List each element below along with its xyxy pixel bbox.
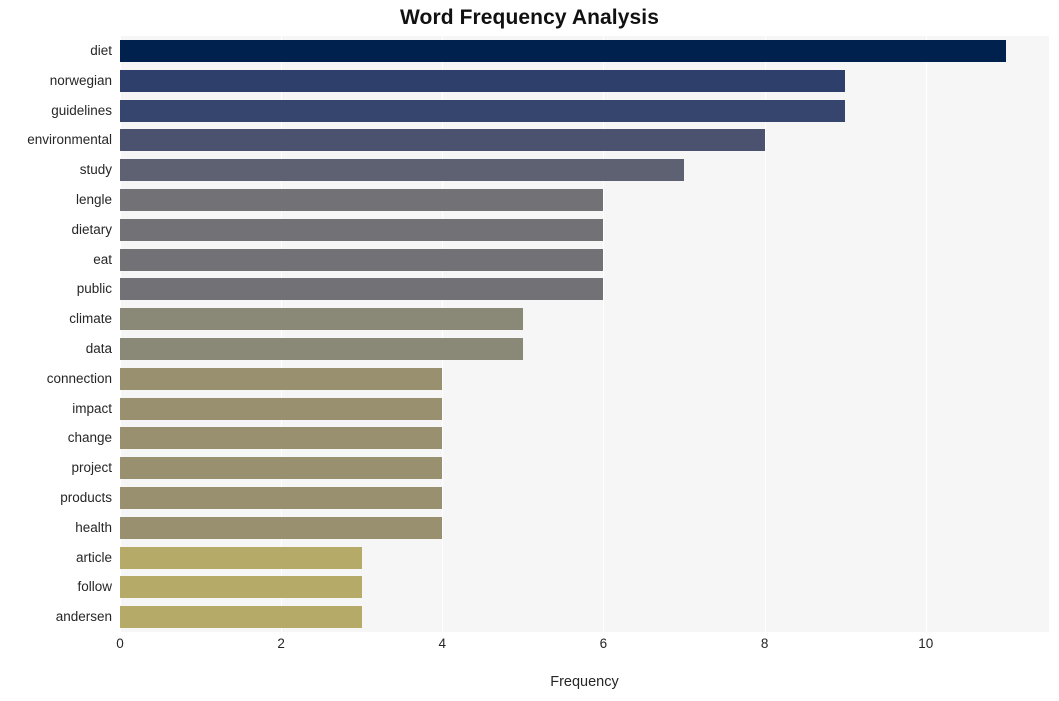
bar (120, 367, 443, 390)
bar (120, 606, 362, 629)
x-tick-label: 10 (918, 636, 934, 651)
x-tick-label: 2 (277, 636, 285, 651)
y-tick-label: study (79, 162, 112, 178)
bar (120, 99, 846, 122)
y-tick-label: data (85, 340, 112, 356)
bar (120, 278, 604, 301)
plot-area (120, 36, 1049, 632)
y-tick-label: climate (69, 311, 112, 327)
x-tick-label: 4 (438, 636, 447, 651)
y-tick-label: article (75, 549, 112, 565)
y-tick-label: eat (93, 251, 112, 267)
bar (120, 308, 523, 331)
y-tick-label: health (75, 519, 112, 535)
chart-figure: Word Frequency Analysis diet norwegian gui… (0, 0, 1059, 701)
y-tick-label: connection (46, 370, 112, 386)
y-tick-label: dietary (71, 221, 112, 237)
y-tick-label: norwegian (49, 72, 112, 88)
bar (120, 457, 443, 480)
bar (120, 576, 362, 599)
bar (120, 486, 443, 509)
y-tick-label: public (76, 281, 112, 297)
bar (120, 397, 443, 420)
page-title: Word Frequency Analysis (399, 6, 660, 29)
bar (120, 427, 443, 450)
y-tick-label: follow (77, 579, 112, 595)
y-tick-label: guidelines (51, 102, 112, 118)
y-tick-label: diet (90, 42, 112, 58)
x-tick-label: 0 (116, 636, 124, 651)
y-tick-label: lengle (75, 191, 112, 207)
bar (120, 218, 604, 241)
bar (120, 159, 684, 182)
y-tick-label: andersen (55, 609, 112, 625)
bar (120, 129, 765, 152)
y-tick-label: change (67, 430, 112, 446)
bar (120, 516, 443, 539)
bar (120, 248, 604, 271)
bar (120, 337, 523, 360)
x-tick-label: 8 (760, 636, 769, 651)
x-axis-tick-labels: 0 2 4 6 8 10 (116, 636, 1049, 658)
x-tick-label: 6 (599, 636, 608, 651)
bar (120, 69, 846, 92)
y-tick-label: products (60, 489, 112, 505)
y-tick-label: impact (72, 400, 112, 416)
y-tick-label: environmental (27, 132, 112, 148)
bar (120, 546, 362, 569)
bar (120, 188, 604, 211)
x-axis-label: Frequency (550, 674, 619, 690)
bar-series (120, 36, 1049, 632)
y-axis-tick-labels: diet norwegian guidelines environmental stud… (0, 36, 112, 632)
bar (120, 39, 1007, 62)
y-tick-label: project (71, 460, 112, 476)
